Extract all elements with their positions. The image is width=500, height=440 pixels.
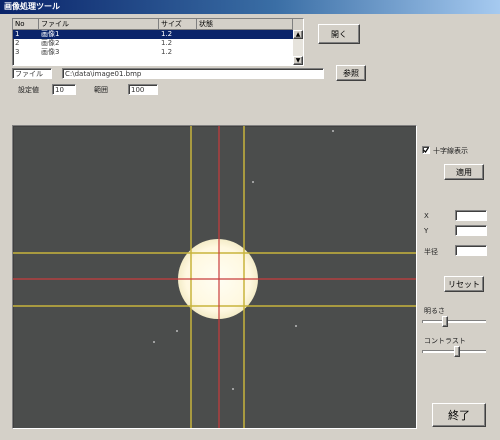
scroll-down-icon[interactable]: ▼ (293, 56, 303, 65)
file-list-header: No ファイル サイズ 状態 (13, 19, 303, 30)
list-item-state (197, 48, 293, 57)
y-input[interactable] (455, 225, 487, 236)
setting2-input[interactable]: 100 (128, 84, 158, 95)
noise-speck (332, 130, 334, 132)
slider-thumb[interactable] (442, 316, 448, 327)
column-header-no[interactable]: No (13, 19, 39, 30)
slider-thumb[interactable] (454, 346, 460, 357)
column-header-file[interactable]: ファイル (39, 19, 159, 30)
list-item[interactable]: 1 画像1 1.2 (13, 30, 303, 39)
browse-button[interactable]: 参照 (336, 65, 366, 81)
apply-button[interactable]: 適用 (444, 164, 484, 180)
reset-button[interactable]: リセット (444, 276, 484, 292)
setting2-label: 範囲 (94, 86, 108, 94)
radius-input[interactable] (455, 245, 487, 256)
list-item-name: 画像2 (41, 39, 60, 47)
brightness-slider[interactable] (422, 315, 486, 329)
list-item-state (197, 30, 293, 39)
crosshair-label: 十字線表示 (433, 147, 468, 155)
y-label: Y (424, 227, 429, 235)
list-item-name: 画像3 (41, 48, 60, 56)
image-viewer[interactable] (12, 125, 417, 429)
path-label: ファイル (12, 68, 52, 79)
checkmark-icon (423, 147, 429, 153)
column-header-size[interactable]: サイズ (159, 19, 197, 30)
noise-speck (176, 330, 178, 332)
scroll-up-icon[interactable]: ▲ (293, 30, 303, 39)
list-item-state (197, 39, 293, 48)
x-label: X (424, 212, 429, 220)
setting1-input[interactable]: 10 (52, 84, 76, 95)
x-input[interactable] (455, 210, 487, 221)
contrast-slider[interactable] (422, 345, 486, 359)
open-button[interactable]: 開く (318, 24, 360, 44)
window-titlebar: 画像処理ツール (0, 0, 500, 14)
list-item-name: 画像1 (41, 30, 60, 38)
list-item-no: 3 (15, 48, 20, 56)
noise-speck (153, 341, 155, 343)
list-item-no: 1 (15, 30, 20, 38)
list-scrollbar[interactable]: ▲ ▼ (293, 30, 303, 65)
list-item-size: 1.2 (161, 30, 173, 38)
viewer-canvas (13, 126, 416, 428)
window-title: 画像処理ツール (4, 2, 60, 11)
list-item-size: 1.2 (161, 39, 173, 47)
setting1-label: 設定値 (18, 86, 39, 94)
list-item-size: 1.2 (161, 48, 173, 56)
noise-speck (295, 325, 297, 327)
file-list[interactable]: No ファイル サイズ 状態 1 画像1 1.2 2 画像2 1.2 3 画像3… (12, 18, 304, 66)
list-item[interactable]: 3 画像3 1.2 (13, 48, 303, 57)
path-input[interactable]: C:\data\image01.bmp (62, 68, 324, 79)
radius-label: 半径 (424, 248, 438, 256)
crosshair-checkbox[interactable] (422, 146, 430, 154)
column-header-state[interactable]: 状態 (197, 19, 293, 30)
slider-track (422, 320, 486, 323)
list-item[interactable]: 2 画像2 1.2 (13, 39, 303, 48)
close-button[interactable]: 終了 (432, 403, 486, 427)
noise-speck (232, 388, 234, 390)
noise-speck (252, 181, 254, 183)
list-item-no: 2 (15, 39, 20, 47)
